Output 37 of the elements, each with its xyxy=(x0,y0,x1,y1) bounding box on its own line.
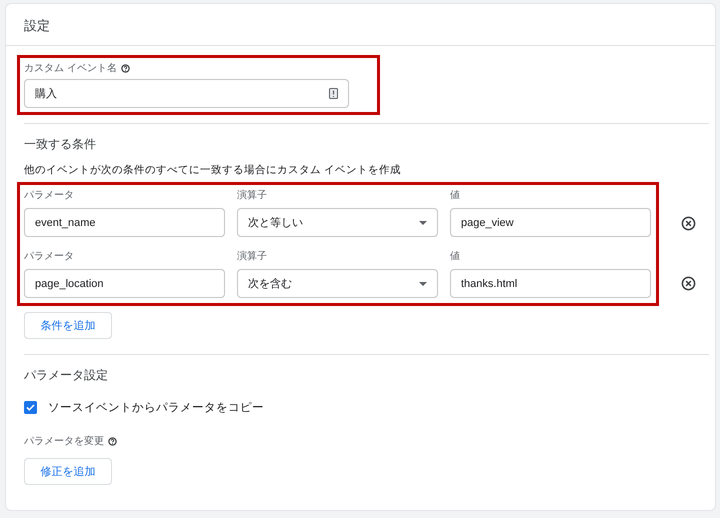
field-label: 値 xyxy=(450,250,461,263)
event-name-field[interactable]: 購入 xyxy=(24,79,349,108)
checkbox-label: ソースイベントからパラメータをコピー xyxy=(48,401,264,415)
field-value: page_view xyxy=(461,216,514,228)
section-heading: 一致する条件 xyxy=(23,136,97,153)
field-label: パラメータ xyxy=(24,250,75,263)
section-heading: パラメータ設定 xyxy=(23,367,109,384)
card-title: 設定 xyxy=(6,4,715,46)
value-field[interactable]: thanks.html xyxy=(450,269,651,298)
help-icon[interactable] xyxy=(108,436,117,446)
field-label: 演算子 xyxy=(237,250,268,263)
field-value: event_name xyxy=(35,216,96,228)
operator-dropdown[interactable]: 次を含む xyxy=(237,269,438,298)
field-value: 購入 xyxy=(35,87,57,101)
field-label: 値 xyxy=(450,189,461,202)
parameter-field[interactable]: event_name xyxy=(24,208,225,237)
dropdown-caret-icon xyxy=(419,220,427,224)
help-icon[interactable] xyxy=(120,64,130,72)
field-value: 次を含む xyxy=(248,277,292,291)
field-label: カスタム イベント名 xyxy=(24,62,117,75)
field-info-icon xyxy=(329,88,338,99)
field-value: thanks.html xyxy=(461,278,518,290)
add-condition-button[interactable]: 条件を追加 xyxy=(24,312,112,339)
field-label: 演算子 xyxy=(237,188,268,202)
operator-dropdown[interactable]: 次と等しい xyxy=(237,208,438,237)
field-label: パラメータを変更 xyxy=(24,434,104,448)
dropdown-caret-icon xyxy=(419,282,427,286)
remove-icon[interactable] xyxy=(681,216,696,231)
section-description: 他のイベントが次の条件のすべてに一致する場合にカスタム イベントを作成 xyxy=(23,163,402,177)
add-modification-button[interactable]: 修正を追加 xyxy=(24,458,112,485)
value-field[interactable]: page_view xyxy=(450,208,651,237)
parameter-field[interactable]: page_location xyxy=(24,269,225,298)
field-value: 次と等しい xyxy=(248,216,303,230)
field-label: パラメータ xyxy=(24,189,75,202)
checkbox[interactable] xyxy=(24,401,37,414)
remove-icon[interactable] xyxy=(681,276,696,291)
field-value: page_location xyxy=(35,278,104,290)
